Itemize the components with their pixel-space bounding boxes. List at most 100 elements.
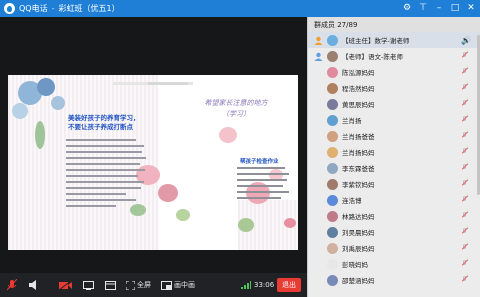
mic-muted-icon	[462, 116, 467, 124]
member-row[interactable]: 林路达妈妈	[308, 208, 480, 224]
right-body-text	[237, 167, 289, 203]
member-row[interactable]: 邵楚涵妈妈	[308, 272, 480, 288]
member-name: 刘禹辰妈妈	[342, 245, 375, 253]
pin-icon[interactable]: ⊤	[416, 2, 430, 16]
fullscreen-icon	[126, 280, 135, 290]
member-name: 【班主任】数学-谢老师	[342, 37, 410, 45]
screen-share-icon[interactable]	[80, 273, 96, 297]
member-avatar	[327, 178, 338, 190]
member-name: 【老师】语文-陈老师	[342, 53, 403, 61]
signal-strength-icon	[241, 273, 251, 297]
mic-muted-icon	[462, 228, 467, 236]
video-mode-icon[interactable]	[102, 273, 118, 297]
pip-label: 画中画	[174, 281, 195, 289]
member-avatar	[327, 66, 338, 78]
member-row[interactable]: 李东霖爸爸	[308, 160, 480, 176]
title-bar: QQ电话 - 彩虹班（优五1） ⚙ ⊤ – □ ✕	[0, 0, 480, 17]
right-heading: 帮孩子检查作业	[240, 159, 279, 165]
role-badge-icon	[314, 52, 323, 61]
speaking-icon: 🔊	[461, 35, 471, 45]
member-name: 李东霖爸爸	[342, 165, 375, 173]
mic-muted-icon	[462, 244, 467, 252]
slide-subtitle: （学习）	[222, 110, 250, 118]
member-row[interactable]: 兰肖扬	[308, 112, 480, 128]
member-name: 林路达妈妈	[342, 213, 375, 221]
mic-muted-icon	[462, 196, 467, 204]
member-name: 程浩然妈妈	[342, 85, 375, 93]
role-badge-icon	[314, 36, 323, 45]
mic-muted-icon[interactable]	[4, 273, 20, 297]
member-name: 邵楚涵妈妈	[342, 277, 375, 285]
member-avatar	[327, 194, 338, 206]
member-avatar	[327, 130, 338, 142]
hangup-button[interactable]: 退出	[277, 278, 301, 292]
member-row[interactable]: 兰肖扬妈妈	[308, 144, 480, 160]
member-avatar	[327, 98, 338, 110]
mic-muted-icon	[462, 276, 467, 284]
member-row[interactable]: 程浩然妈妈	[308, 80, 480, 96]
mic-muted-icon	[462, 132, 467, 140]
settings-icon[interactable]: ⚙	[400, 2, 414, 16]
member-row[interactable]: 刘禹辰妈妈	[308, 240, 480, 256]
qq-logo-icon	[4, 3, 15, 14]
speaker-icon[interactable]	[26, 273, 42, 297]
member-name: 彭晓妈妈	[342, 261, 368, 269]
member-row[interactable]: 陈泓源妈妈	[308, 64, 480, 80]
member-avatar	[327, 50, 338, 62]
fullscreen-label: 全屏	[137, 281, 151, 289]
member-row[interactable]: 兰肖扬爸爸	[308, 128, 480, 144]
member-row[interactable]: 彭晓妈妈	[308, 256, 480, 272]
group-name: 彩虹班（优五1）	[58, 4, 120, 13]
member-avatar	[327, 82, 338, 94]
member-row[interactable]: 【班主任】数学-谢老师 🔊	[308, 32, 480, 48]
mic-muted-icon	[462, 68, 467, 76]
app-title: QQ电话	[19, 4, 48, 13]
member-row[interactable]: 黄思辰妈妈	[308, 96, 480, 112]
close-icon[interactable]: ✕	[464, 2, 478, 16]
mic-muted-icon	[462, 212, 467, 220]
member-panel: 群成员 27/89 【班主任】数学-谢老师 🔊 【老师】语文-陈老师 陈泓源妈妈程浩然…	[307, 17, 480, 297]
member-name: 兰肖扬爸爸	[342, 133, 375, 141]
member-name: 李紫钦妈妈	[342, 181, 375, 189]
member-count-header: 群成员 27/89	[308, 17, 480, 32]
minimize-icon[interactable]: –	[432, 2, 446, 16]
member-list: 【班主任】数学-谢老师 🔊 【老师】语文-陈老师 陈泓源妈妈程浩然妈妈黄思辰妈妈兰肖扬…	[308, 32, 480, 288]
member-name: 刘昊晨妈妈	[342, 229, 375, 237]
mic-muted-icon	[462, 260, 467, 268]
call-control-bar: 全屏 画中画 33:06 ▾ 退出	[0, 273, 307, 297]
left-heading: 美装好孩子的养育学习， 不要让孩子养成打断点	[68, 114, 140, 132]
slide-title: 希望家长注意的地方	[204, 99, 268, 107]
member-row[interactable]: 【老师】语文-陈老师	[308, 48, 480, 64]
member-name: 陈泓源妈妈	[342, 69, 375, 77]
mic-muted-icon	[462, 164, 467, 172]
member-avatar	[327, 146, 338, 158]
mic-muted-icon	[462, 52, 467, 60]
member-avatar	[327, 114, 338, 126]
pip-button[interactable]: 画中画	[161, 273, 195, 297]
pip-icon	[161, 280, 172, 290]
shared-screen-video[interactable]: 美装好孩子的养育学习， 不要让孩子养成打断点 希望家长注意的地方 （学习） 帮孩…	[0, 17, 307, 273]
member-avatar	[327, 258, 338, 270]
mic-muted-icon	[462, 180, 467, 188]
member-row[interactable]: 刘昊晨妈妈	[308, 224, 480, 240]
member-avatar	[327, 274, 338, 286]
member-name: 兰肖扬妈妈	[342, 149, 375, 157]
member-avatar	[327, 162, 338, 174]
member-avatar	[327, 226, 338, 238]
camera-off-icon[interactable]	[56, 273, 74, 297]
mic-muted-icon	[462, 84, 467, 92]
fullscreen-button[interactable]: 全屏	[126, 273, 151, 297]
maximize-icon[interactable]: □	[448, 2, 462, 16]
presentation-slide: 美装好孩子的养育学习， 不要让孩子养成打断点 希望家长注意的地方 （学习） 帮孩…	[8, 75, 298, 250]
mic-muted-icon	[462, 100, 467, 108]
mic-muted-icon	[462, 148, 467, 156]
member-name: 兰肖扬	[342, 117, 362, 125]
title-separator: -	[51, 4, 55, 13]
member-row[interactable]: 李紫钦妈妈	[308, 176, 480, 192]
left-body-text	[66, 139, 146, 209]
member-row[interactable]: 连浩博	[308, 192, 480, 208]
left-heading-line-2: 不要让孩子养成打断点	[68, 123, 133, 131]
member-avatar	[327, 34, 338, 46]
member-name: 黄思辰妈妈	[342, 101, 375, 109]
left-heading-line-1: 美装好孩子的养育学习，	[68, 114, 140, 122]
